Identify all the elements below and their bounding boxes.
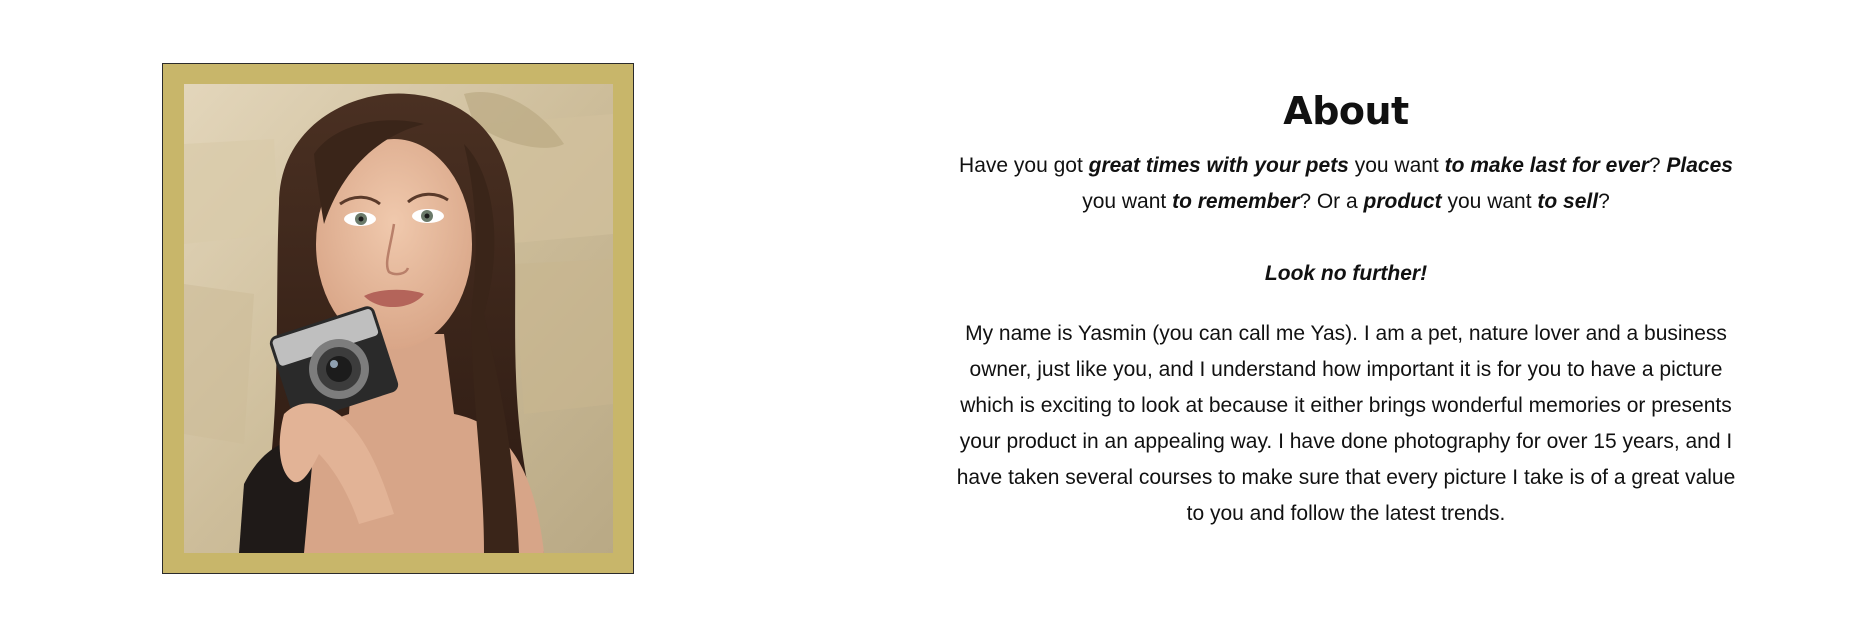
about-photo-frame: [162, 63, 634, 574]
portrait-image: [184, 84, 613, 553]
intro-text: you want: [1082, 190, 1173, 213]
intro-emphasis: to remember: [1172, 190, 1300, 213]
about-cta: Look no further!: [946, 256, 1746, 292]
intro-emphasis: great times with your pets: [1088, 154, 1349, 177]
about-title: About: [1283, 89, 1409, 133]
intro-text: ?: [1598, 190, 1610, 213]
intro-text: ? Or a: [1299, 190, 1364, 213]
intro-text: you want: [1441, 190, 1538, 213]
cta-text: Look no further!: [1264, 262, 1428, 285]
intro-text: Have you got: [959, 154, 1089, 177]
intro-emphasis: to sell: [1537, 190, 1599, 213]
intro-emphasis: product: [1363, 190, 1442, 213]
intro-text: ?: [1648, 154, 1667, 177]
about-section: About Have you got great times with your…: [946, 82, 1746, 532]
about-intro: Have you got great times with your pets …: [946, 148, 1746, 220]
about-photo: [184, 84, 613, 553]
intro-emphasis: to make last for ever: [1444, 154, 1649, 177]
intro-emphasis: Places: [1666, 154, 1733, 177]
about-body: My name is Yasmin (you can call me Yas).…: [956, 322, 1736, 525]
intro-text: you want: [1348, 154, 1445, 177]
